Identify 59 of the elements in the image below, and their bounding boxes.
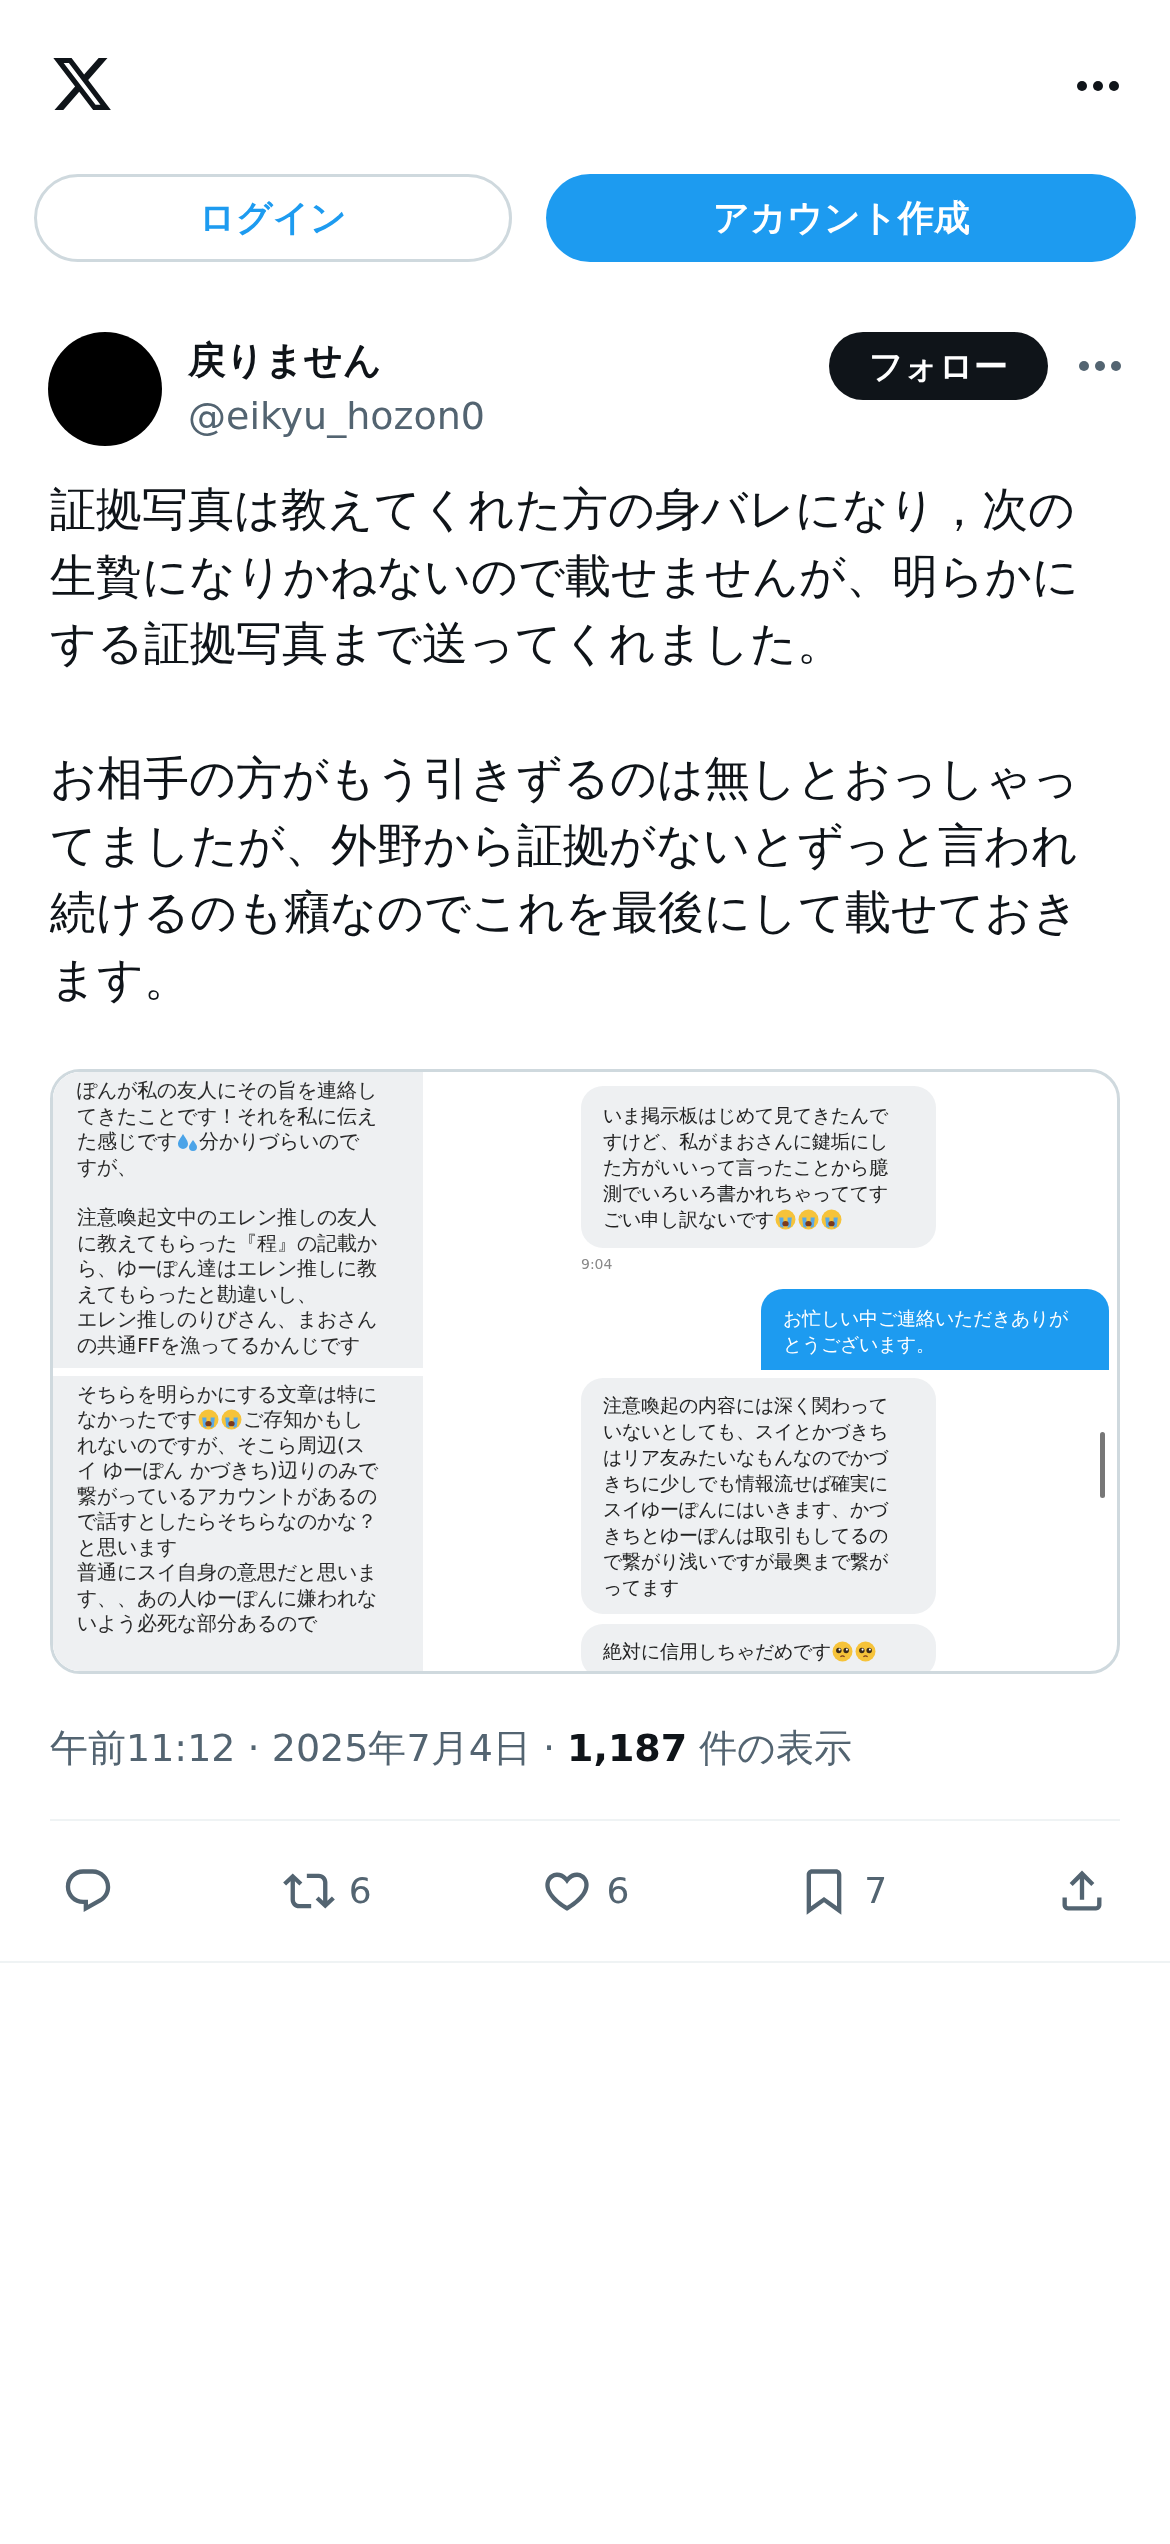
message-line: 注意喚起の内容には深く関わって [603, 1393, 888, 1418]
post-meta: 午前11:12 · 2025年7月4日 · 1,187 件の表示 [50, 1725, 854, 1772]
message-line: いないとしても、スイとかづきち [603, 1419, 888, 1444]
message-line: スイゆーぽんにはいきます、かづ [603, 1497, 888, 1522]
message-line: の共通FFを漁ってるかんじです [77, 1332, 360, 1358]
message-line: エレン推しのりびさん、まおさん [77, 1307, 377, 1333]
message-line: なかったです [77, 1407, 197, 1433]
pleading-face-icon [832, 1640, 853, 1662]
message-line: 注意喚起文中のエレン推しの友人 [77, 1205, 377, 1231]
follow-button[interactable]: フォロー [829, 332, 1048, 400]
post-text: お相手の方がもう引きずるのは無しとおっしゃってましたが、外野から証拠がないとずっと言われ続けるのも癪なのでこれを最後にして載せておきます。 [50, 750, 1080, 1008]
author-handle[interactable]: @eikyu_hozon0 [188, 390, 485, 442]
message-line: 絶対に信用しちゃだめです [603, 1639, 831, 1664]
message-line: す、、あの人ゆーぽんに嫌われな [77, 1585, 377, 1611]
message-line: てきたことです！それを私に伝え [77, 1103, 377, 1129]
message-line: すが、 [77, 1154, 137, 1180]
crying-face-icon [221, 1409, 242, 1431]
message-line: ってます [603, 1575, 679, 1600]
message-line: イ ゆーぽん かづきち)辺りのみで [77, 1458, 378, 1484]
message-line: えてもらったと勘違いし、 [77, 1281, 317, 1307]
more-icon[interactable] [1076, 80, 1120, 92]
message-time: 9:04 [581, 1255, 614, 1274]
crying-face-icon [198, 1409, 219, 1431]
message-line: 繋がっているアカウントがあるの [77, 1483, 377, 1509]
author-name[interactable]: 戻りません [188, 334, 485, 386]
message-line: ぽんが私の友人にその旨を連絡し [77, 1078, 377, 1104]
post-text: 証拠写真は教えてくれた方の身バレになり，次の生贄になりかねないので載せませんが、明らかにする証拠写真まで送ってくれました。 [50, 481, 1080, 672]
pleading-face-icon [855, 1640, 876, 1662]
crying-face-icon [775, 1208, 796, 1230]
attached-image[interactable] [50, 1069, 1120, 1674]
message-line: で話すとしたらそちらなのかな？ [77, 1509, 377, 1535]
message-line: 測でいろいろ書かれちゃっててす [603, 1181, 888, 1206]
action-count: 7 [864, 1869, 888, 1913]
message-line: きちに少しでも情報流せば確実に [603, 1471, 888, 1496]
message-line: た感じです [77, 1129, 177, 1155]
message-line: いま掲示板はじめて見てきたんで [603, 1103, 888, 1128]
message-line: た方がいいって言ったことから臆 [603, 1155, 888, 1180]
more-icon[interactable] [1078, 360, 1122, 372]
message-line: に教えてもらった『程』の記載か [77, 1230, 377, 1256]
message-line: とうございます。 [783, 1332, 935, 1357]
message-line: すけど、私がまおさんに鍵垢にし [603, 1129, 888, 1154]
message-line: れないのですが、そこら周辺(ス [77, 1432, 365, 1458]
message-line: ご存知かもし [243, 1407, 363, 1433]
crying-face-icon [821, 1208, 842, 1230]
message-line: いよう必死な部分あるので [77, 1611, 317, 1637]
message-line: 普通にスイ自身の意思だと思いま [77, 1560, 377, 1586]
message-line: ら、ゆーぽん達はエレン推しに教 [77, 1256, 377, 1282]
message-line: と思います [77, 1534, 177, 1560]
message-line: 分かりづらいので [199, 1129, 359, 1155]
action-count: 6 [348, 1869, 372, 1913]
message-line: きちとゆーぽんは取引もしてるの [603, 1523, 888, 1548]
message-line: はリア友みたいなもんなのでかづ [603, 1445, 888, 1470]
action-count: 6 [606, 1869, 630, 1913]
message-line: で繋がり浅いですが最奥まで繋が [603, 1549, 888, 1574]
scrollbar [1100, 1432, 1105, 1498]
message-line: そちらを明らかにする文章は特に [77, 1381, 377, 1407]
crying-face-icon [798, 1208, 819, 1230]
message-line: ごい申し訳ないです [603, 1207, 774, 1232]
message-line: お忙しい中ご連絡いただきありが [783, 1306, 1068, 1331]
